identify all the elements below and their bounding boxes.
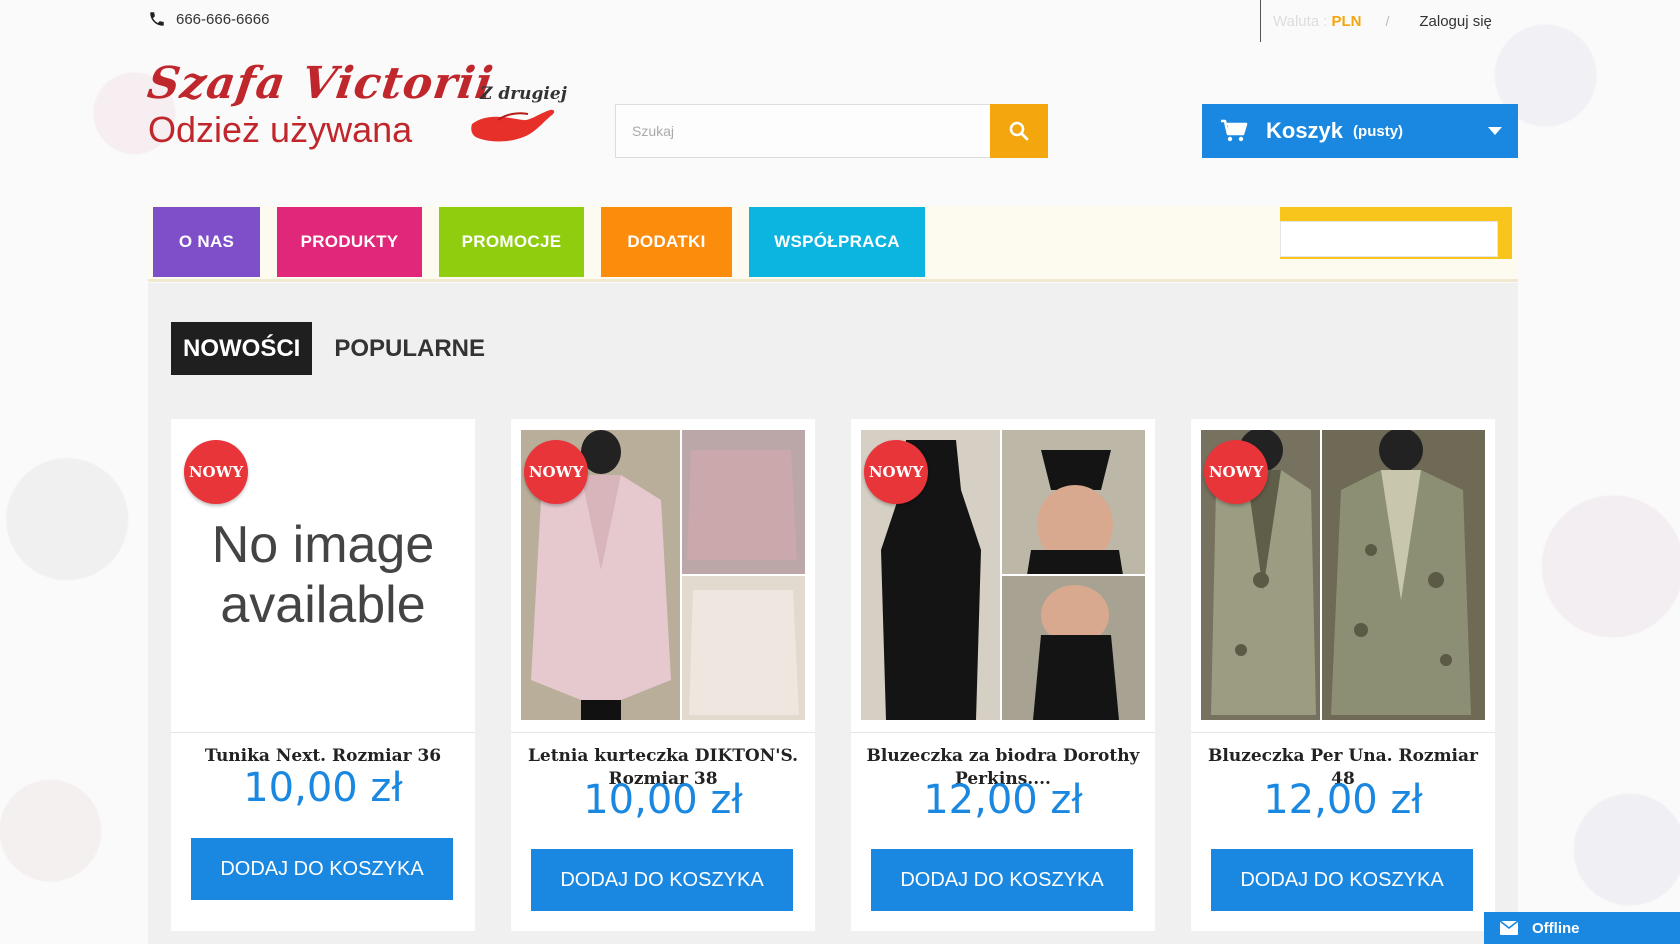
product-card[interactable]: No image available NOWY Tunika Next. Rozm…	[171, 419, 475, 931]
new-badge: NOWY	[864, 440, 928, 504]
add-to-cart-button[interactable]: DODAJ DO KOSZYKA	[1211, 849, 1473, 911]
product-tabs: NOWOŚCI POPULARNE	[171, 322, 497, 375]
product-card[interactable]: NOWY Letnia kurteczka DIKTON'S. Rozmiar …	[511, 419, 815, 931]
nav-item-o-nas[interactable]: O NAS	[153, 207, 260, 277]
envelope-icon	[1500, 921, 1518, 935]
divider	[1260, 0, 1261, 42]
chevron-down-icon	[1488, 127, 1502, 135]
search-button[interactable]	[990, 104, 1048, 158]
nav-item-wspolpraca[interactable]: WSPÓŁPRACA	[749, 207, 925, 277]
search-input[interactable]	[615, 104, 990, 158]
cart-status: (pusty)	[1353, 122, 1404, 140]
currency-selector[interactable]: Waluta : PLN	[1273, 13, 1361, 30]
nav-item-dodatki[interactable]: DODATKI	[601, 207, 732, 277]
divider	[851, 732, 1155, 733]
no-image-line: No image	[211, 516, 435, 574]
divider	[171, 732, 475, 733]
product-grid: No image available NOWY Tunika Next. Rozm…	[171, 419, 1495, 931]
search-bar	[615, 104, 1048, 158]
product-price: 12,00 zł	[923, 777, 1083, 823]
search-icon	[1009, 121, 1029, 141]
separator-slash: /	[1385, 13, 1390, 29]
hand-icon	[471, 109, 555, 142]
cart-label: Koszyk	[1266, 118, 1344, 143]
nav-item-produkty[interactable]: PRODUKTY	[277, 207, 422, 277]
login-link[interactable]: Zaloguj się	[1419, 13, 1492, 30]
phone-number: 666-666-6666	[176, 10, 270, 28]
logo-hand-mark: Z drugiej	[468, 84, 568, 154]
product-card[interactable]: NOWY Bluzeczka Per Una. Rozmiar 48 12,00…	[1191, 419, 1495, 931]
currency-value: PLN	[1331, 12, 1362, 30]
phone-icon	[150, 12, 164, 26]
tab-nowosci[interactable]: NOWOŚCI	[171, 322, 313, 375]
product-card[interactable]: NOWY Bluzeczka za biodra Dorothy Perkins…	[851, 419, 1155, 931]
product-price: 12,00 zł	[1263, 777, 1423, 823]
currency-label: Waluta :	[1273, 12, 1328, 30]
top-bar: 666-666-6666 Waluta : PLN / Zaloguj się	[0, 0, 1680, 42]
add-to-cart-button[interactable]: DODAJ DO KOSZYKA	[531, 849, 793, 911]
new-badge: NOWY	[1204, 440, 1268, 504]
nav-widget-field[interactable]	[1280, 221, 1498, 257]
phone-contact: 666-666-6666	[148, 10, 269, 28]
cart-icon	[1221, 119, 1248, 142]
divider	[1191, 732, 1495, 733]
cart-button[interactable]: Koszyk (pusty)	[1202, 104, 1518, 158]
divider	[511, 732, 815, 733]
chat-widget[interactable]: Offline	[1484, 912, 1680, 944]
main-menu: O NAS PRODUKTY PROMOCJE DODATKI WSPÓŁPRA…	[153, 207, 925, 277]
chat-status: Offline	[1532, 919, 1580, 937]
no-image-line: available	[220, 576, 426, 634]
product-price: 10,00 zł	[243, 765, 403, 811]
add-to-cart-button[interactable]: DODAJ DO KOSZYKA	[191, 838, 453, 900]
site-logo[interactable]: Szafa Victorii Odzież używana Z drugiej	[144, 58, 568, 168]
tab-popularne[interactable]: POPULARNE	[322, 322, 497, 375]
new-badge: NOWY	[184, 440, 248, 504]
add-to-cart-button[interactable]: DODAJ DO KOSZYKA	[871, 849, 1133, 911]
nav-item-promocje[interactable]: PROMOCJE	[439, 207, 584, 277]
nav-widget	[1280, 207, 1512, 259]
new-badge: NOWY	[524, 440, 588, 504]
product-price: 10,00 zł	[583, 777, 743, 823]
